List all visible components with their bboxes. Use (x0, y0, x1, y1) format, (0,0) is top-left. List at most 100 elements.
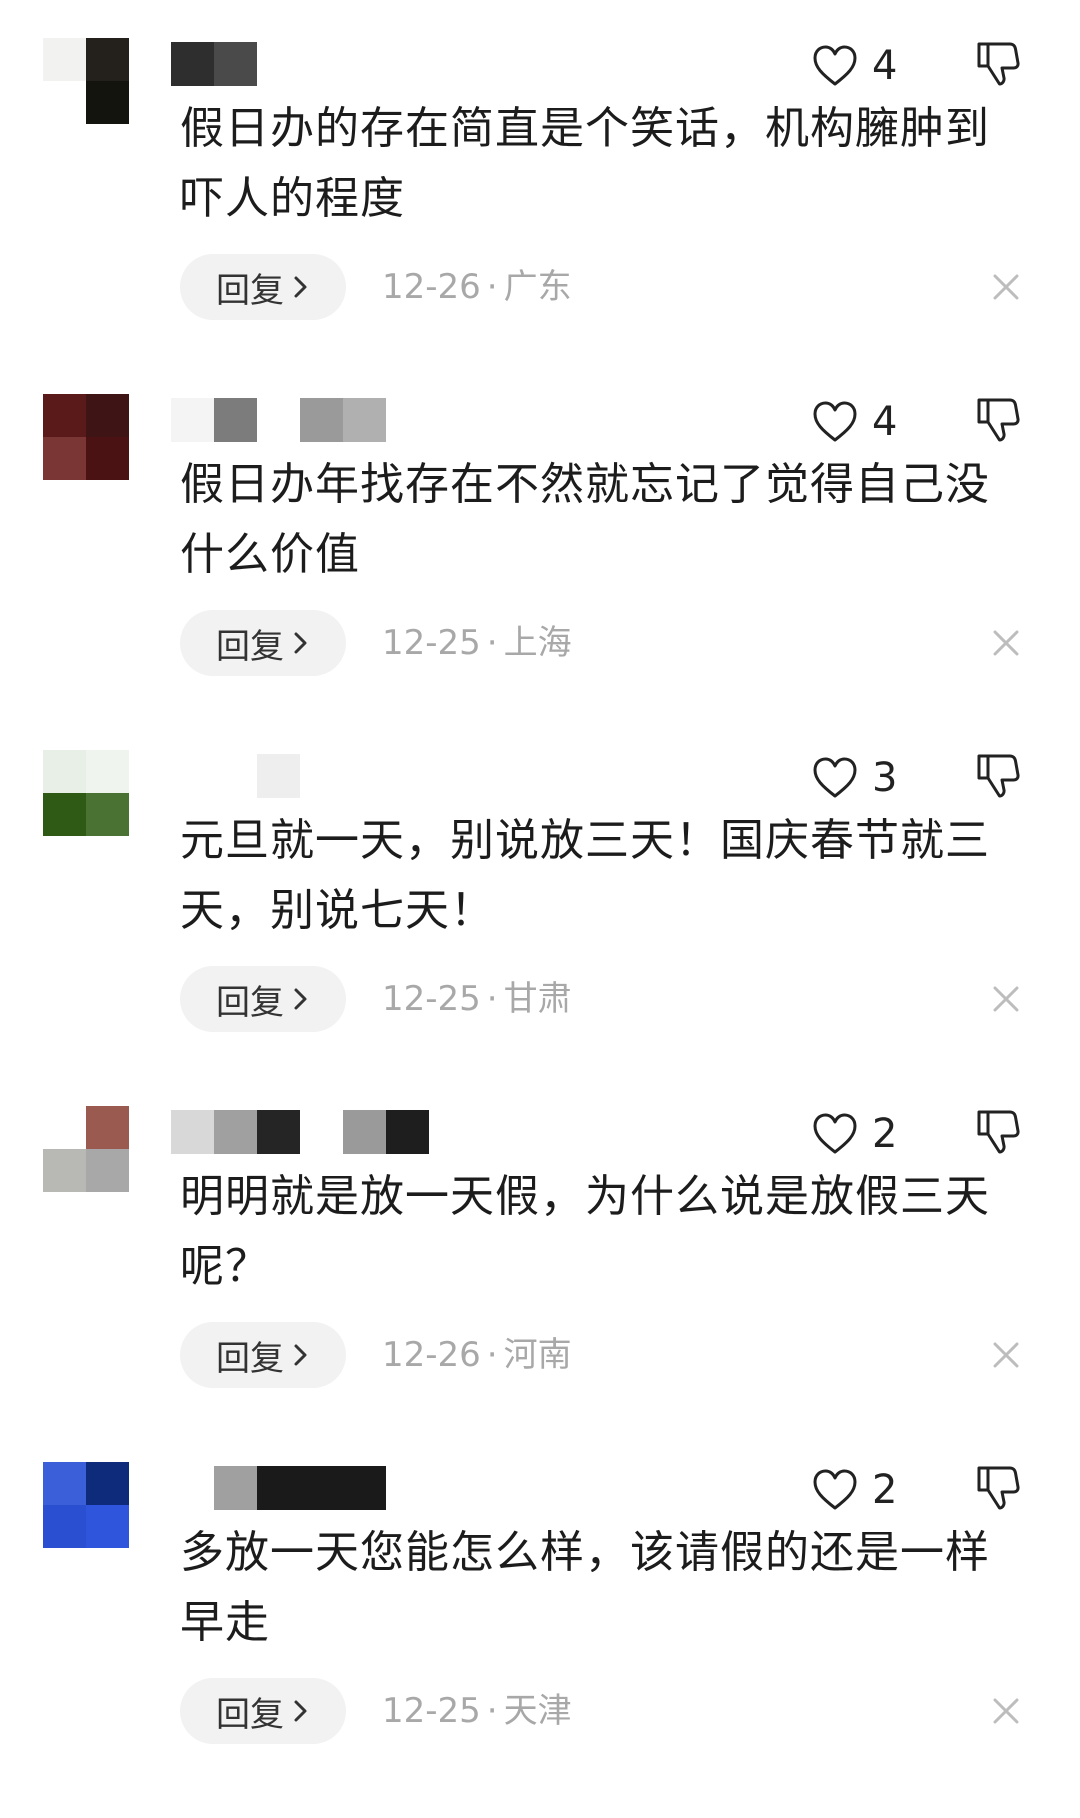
comment-location: 广东 (503, 267, 572, 307)
avatar[interactable] (43, 1106, 129, 1192)
avatar[interactable] (43, 750, 129, 836)
username-mosaic-block (171, 398, 214, 442)
meta-separator: · (486, 979, 498, 1019)
username-redacted[interactable] (171, 1466, 386, 1510)
avatar-pixel (43, 1149, 86, 1192)
comment-date: 12-26 (382, 267, 481, 307)
meta-separator: · (486, 267, 498, 307)
username-redacted[interactable] (171, 1110, 429, 1154)
avatar-pixel (43, 38, 86, 81)
avatar-pixel (86, 1462, 129, 1505)
username-mosaic-block (214, 42, 257, 86)
heart-icon (813, 1113, 857, 1154)
username-mosaic-block (343, 398, 386, 442)
avatar[interactable] (43, 38, 129, 124)
like-count: 2 (872, 1467, 898, 1513)
comment-meta: 12-26 · 广东 (382, 264, 572, 310)
username-mosaic-block (257, 1110, 300, 1154)
meta-separator: · (486, 1691, 498, 1731)
username-mosaic-block (171, 42, 214, 86)
meta-separator: · (486, 623, 498, 663)
username-redacted[interactable] (171, 754, 300, 798)
avatar-pixel (43, 793, 86, 836)
username-mosaic-block (300, 1110, 343, 1154)
comment-location: 甘肃 (503, 979, 572, 1019)
avatar-pixel (43, 750, 86, 793)
thumb-down-icon[interactable] (974, 394, 1022, 444)
username-mosaic-block (300, 398, 343, 442)
avatar-pixel (86, 750, 129, 793)
comment-meta: 12-25 · 天津 (382, 1688, 572, 1734)
comment-location: 上海 (503, 623, 572, 663)
close-icon[interactable] (990, 271, 1022, 303)
avatar-pixel (86, 1106, 129, 1149)
thumb-down-icon[interactable] (974, 750, 1022, 800)
username-mosaic-block (214, 1110, 257, 1154)
username-redacted[interactable] (171, 42, 257, 86)
username-mosaic-block (343, 1466, 386, 1510)
username-mosaic-block (171, 754, 214, 798)
like-button[interactable]: 3 (812, 750, 897, 806)
username-redacted[interactable] (171, 398, 386, 442)
comment-text: 多放一天您能怎么样，该请假的还是一样早走 (180, 1527, 990, 1648)
like-button[interactable]: 4 (812, 38, 897, 94)
thumb-down-icon[interactable] (974, 1462, 1022, 1512)
comment-meta: 12-25 · 上海 (382, 620, 572, 666)
reply-button[interactable]: 回复 (180, 1678, 346, 1744)
close-icon[interactable] (990, 1339, 1022, 1371)
comment-item: 4 假日办年找存在不然就忘记了觉得自己没什么价值 回复 12-25 · 上海 (0, 394, 1080, 750)
like-button[interactable]: 4 (812, 394, 897, 450)
comment-item: 2 多放一天您能怎么样，该请假的还是一样早走 回复 12-25 · 天津 (0, 1462, 1080, 1818)
reply-label: 回复 (216, 626, 284, 667)
avatar-pixel (43, 437, 86, 480)
comment-meta: 12-25 · 甘肃 (382, 976, 572, 1022)
username-mosaic-block (386, 1110, 429, 1154)
comment-meta: 12-26 · 河南 (382, 1332, 572, 1378)
like-button[interactable]: 2 (812, 1106, 897, 1162)
reply-button[interactable]: 回复 (180, 610, 346, 676)
username-mosaic-block (300, 1466, 343, 1510)
like-count: 4 (872, 399, 898, 445)
avatar-pixel (43, 1462, 86, 1505)
reply-button[interactable]: 回复 (180, 254, 346, 320)
avatar[interactable] (43, 1462, 129, 1548)
reply-button[interactable]: 回复 (180, 966, 346, 1032)
close-icon[interactable] (990, 1695, 1022, 1727)
chevron-right-icon (294, 1344, 307, 1366)
avatar-pixel (43, 1505, 86, 1548)
heart-icon (813, 1469, 857, 1510)
like-count: 4 (872, 43, 898, 89)
comment-item: 2 明明就是放一天假，为什么说是放假三天呢？ 回复 12-26 · 河南 (0, 1106, 1080, 1462)
comment-item: 3 元旦就一天，别说放三天！国庆春节就三天，别说七天！ 回复 12-25 · 甘肃 (0, 750, 1080, 1106)
avatar-pixel (86, 793, 129, 836)
comment-text: 假日办的存在简直是个笑话，机构臃肿到吓人的程度 (180, 103, 990, 224)
close-icon[interactable] (990, 627, 1022, 659)
username-mosaic-block (214, 754, 257, 798)
username-mosaic-block (171, 1466, 214, 1510)
thumb-down-icon[interactable] (974, 1106, 1022, 1156)
reply-label: 回复 (216, 270, 284, 311)
reply-button[interactable]: 回复 (180, 1322, 346, 1388)
like-count: 2 (872, 1111, 898, 1157)
avatar-pixel (43, 81, 86, 124)
avatar[interactable] (43, 394, 129, 480)
comment-date: 12-26 (382, 1335, 481, 1375)
username-mosaic-block (214, 1466, 257, 1510)
like-button[interactable]: 2 (812, 1462, 897, 1518)
comment-location: 河南 (503, 1335, 572, 1375)
like-count: 3 (872, 755, 898, 801)
comment-location: 天津 (503, 1691, 572, 1731)
comment-text: 元旦就一天，别说放三天！国庆春节就三天，别说七天！ (180, 815, 990, 936)
username-mosaic-block (171, 1110, 214, 1154)
meta-separator: · (486, 1335, 498, 1375)
comment-date: 12-25 (382, 979, 481, 1019)
chevron-right-icon (294, 988, 307, 1010)
avatar-pixel (86, 1149, 129, 1192)
heart-icon (813, 45, 857, 86)
avatar-pixel (43, 1106, 86, 1149)
thumb-down-icon[interactable] (974, 38, 1022, 88)
reply-label: 回复 (216, 1338, 284, 1379)
heart-icon (813, 757, 857, 798)
close-icon[interactable] (990, 983, 1022, 1015)
avatar-pixel (86, 81, 129, 124)
